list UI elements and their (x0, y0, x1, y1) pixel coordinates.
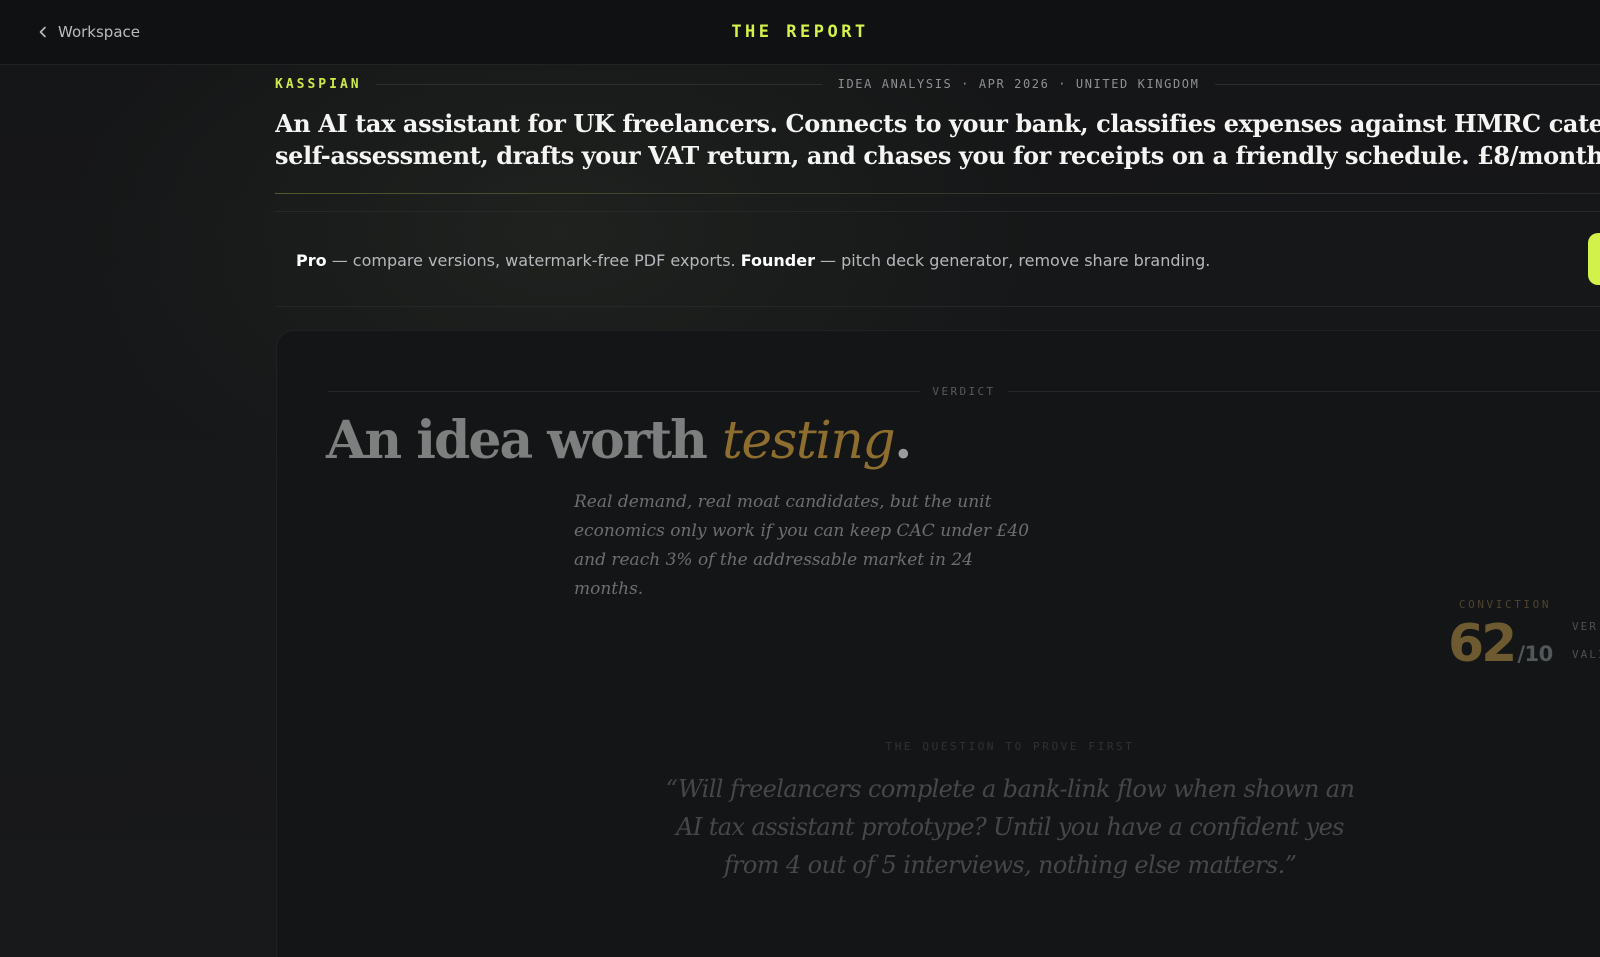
upgrade-banner: Pro — compare versions, watermark-free P… (296, 248, 1210, 272)
verdict-summary: Real demand, real moat candidates, but t… (574, 492, 1030, 599)
verdict-headline: An idea worth testing. (326, 408, 912, 474)
top-bar: Workspace THE REPORT (0, 0, 1600, 65)
idea-line-2: self-assessment, drafts your VAT return,… (275, 141, 1600, 170)
banner-bottom-divider (275, 306, 1600, 307)
side-tag-validation: VALI (1572, 648, 1600, 661)
meta-divider-left (375, 83, 822, 85)
question-label: THE QUESTION TO PROVE FIRST (885, 740, 1135, 753)
key-question: “Will freelancers complete a bank-link f… (665, 775, 1355, 879)
conviction-label: CONVICTION (1458, 598, 1552, 611)
page-title: THE REPORT (731, 22, 869, 42)
headline-emphasis: testing (722, 411, 896, 471)
idea-line-1: An AI tax assistant for UK freelancers. … (275, 109, 1600, 138)
brand-name: KASSPIAN (275, 76, 362, 92)
verdict-label-row: VERDICT (328, 384, 1600, 398)
header-divider (275, 193, 1600, 194)
verdict-divider-right (1007, 390, 1600, 392)
upgrade-button[interactable] (1588, 233, 1600, 285)
headline-main: An idea worth (326, 410, 723, 471)
pro-plan-label: Pro (296, 250, 327, 270)
founder-plan-label: Founder (740, 250, 815, 270)
idea-description: An AI tax assistant for UK freelancers. … (275, 108, 1600, 172)
report-page: Workspace THE REPORT KASSPIAN IDEA ANALY… (0, 0, 1600, 957)
founder-plan-text: — pitch deck generator, remove share bra… (814, 250, 1211, 270)
verdict-label: VERDICT (932, 384, 996, 398)
meta-divider-right (1215, 83, 1600, 85)
report-meta-row: KASSPIAN IDEA ANALYSIS · APR 2026 · UNIT… (275, 76, 1600, 92)
score-value: 62 (1448, 614, 1517, 674)
headline-period: . (894, 410, 912, 471)
score-suffix: /10 (1517, 642, 1553, 666)
conviction-score: 62 /10 (1448, 612, 1553, 676)
report-meta: IDEA ANALYSIS · APR 2026 · UNITED KINGDO… (837, 77, 1200, 91)
banner-top-divider (275, 211, 1600, 212)
verdict-divider-left (328, 390, 921, 392)
pro-plan-text: — compare versions, watermark-free PDF e… (326, 250, 741, 270)
side-tag-verdict: VER (1572, 620, 1598, 633)
